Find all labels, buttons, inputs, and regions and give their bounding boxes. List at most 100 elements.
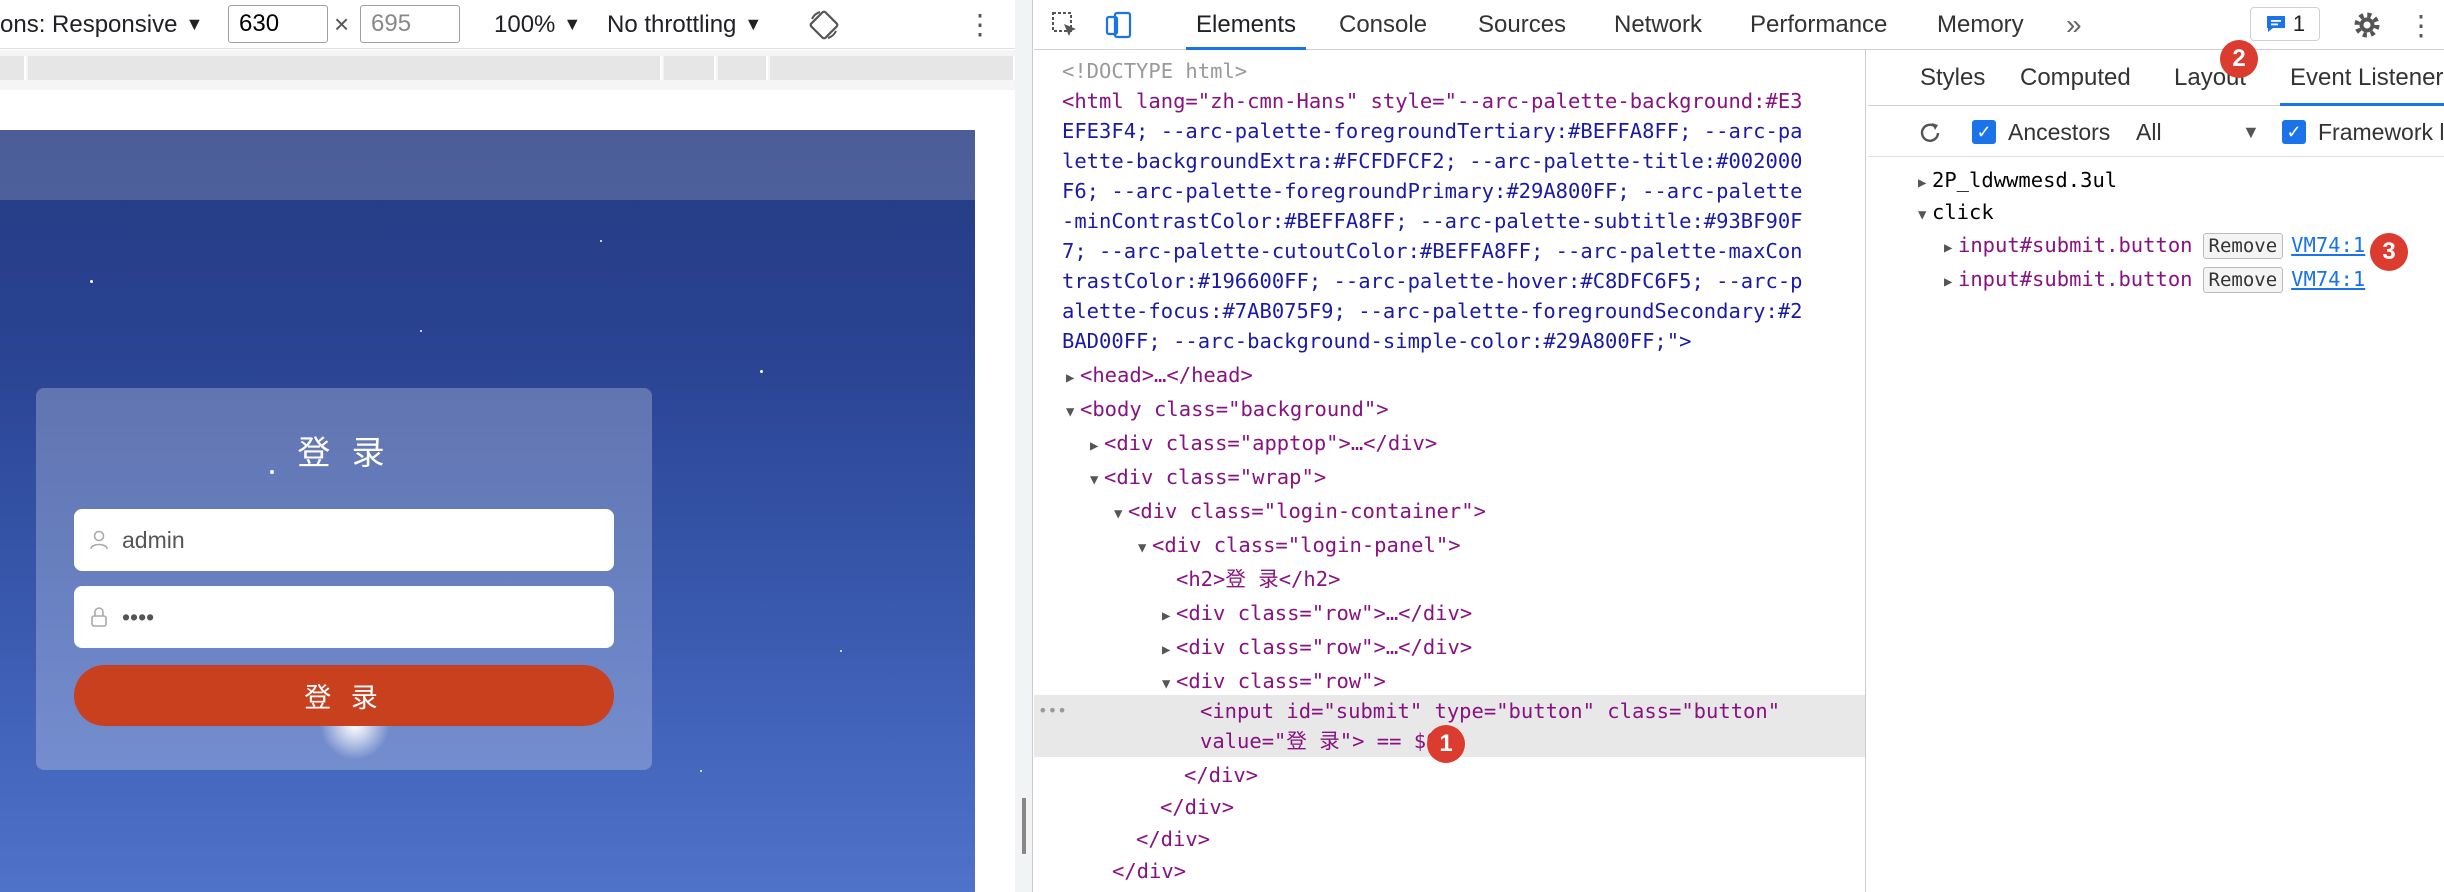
tab-sources[interactable]: Sources — [1478, 0, 1566, 50]
marker-2: 2 — [2220, 40, 2258, 78]
dom-line-login-panel[interactable]: ▼ <div class="login-panel"> — [1138, 530, 1461, 563]
filter-select[interactable]: All — [2136, 107, 2162, 157]
expand-triangle-icon[interactable]: ▶ — [1918, 168, 1932, 198]
listener-row[interactable]: ▶ input#submit.button Remove VM74:1 — [1944, 264, 2365, 297]
dom-line-doctype[interactable]: <!DOCTYPE html> — [1062, 56, 1247, 86]
zoom-dropdown[interactable]: 100% ▼ — [494, 0, 581, 49]
tab-network[interactable]: Network — [1614, 0, 1702, 50]
expand-triangle-icon[interactable]: ▶ — [1090, 431, 1104, 461]
refresh-icon[interactable] — [1916, 119, 1944, 147]
more-options-icon[interactable]: ⋮ — [2404, 8, 2438, 42]
expand-triangle-icon[interactable]: ▶ — [1066, 363, 1080, 393]
dom-line-html-style: 7; --arc-palette-cutoutColor:#BEFFA8FF; … — [1062, 239, 1803, 263]
password-field[interactable]: •••• — [74, 586, 614, 648]
expand-triangle-icon[interactable]: ▶ — [1944, 267, 1958, 297]
marker-1: 1 — [1427, 725, 1465, 763]
expand-triangle-icon[interactable]: ▶ — [1162, 601, 1176, 631]
chevron-down-icon[interactable]: ▼ — [2242, 107, 2260, 157]
device-toolbar: ons: Responsive ▼ 630 × 695 100% ▼ No th… — [0, 0, 1015, 49]
width-input[interactable]: 630 — [228, 5, 328, 43]
star — [700, 770, 702, 772]
framework-listeners-checkbox[interactable]: ✓ — [2282, 120, 2306, 144]
chevron-down-icon: ▼ — [185, 14, 204, 34]
gear-icon[interactable] — [2350, 8, 2384, 42]
styles-sidebar: Styles Computed Layout Event Listeners ✓… — [1868, 50, 2444, 892]
ancestors-checkbox[interactable]: ✓ — [1972, 120, 1996, 144]
dom-line-close[interactable]: </div> — [1136, 824, 1210, 854]
dom-line-input-selected[interactable]: <input id="submit" type="button" class="… — [1200, 696, 1780, 726]
dom-line-html-style: BAD00FF; --arc-background-simple-color:#… — [1062, 329, 1692, 353]
dom-line-close[interactable]: </div> — [1160, 792, 1234, 822]
ruler-segment[interactable] — [770, 56, 1015, 80]
throttling-dropdown[interactable]: No throttling ▼ — [607, 0, 762, 49]
remove-button[interactable]: Remove — [2202, 233, 2284, 259]
chevron-down-icon: ▼ — [563, 14, 582, 34]
source-link[interactable]: VM74:1 — [2291, 267, 2365, 291]
ruler-segment[interactable] — [664, 56, 716, 80]
event-group[interactable]: ▼ click — [1918, 197, 1994, 230]
dom-tree: <!DOCTYPE html> <html lang="zh-cmn-Hans"… — [1034, 50, 1866, 892]
username-field[interactable]: admin — [74, 509, 614, 571]
star — [420, 330, 422, 332]
dom-line-body[interactable]: ▼ <body class="background"> — [1066, 394, 1389, 427]
tab-console[interactable]: Console — [1339, 0, 1427, 50]
message-count: 1 — [2292, 11, 2306, 36]
dom-line-head[interactable]: ▶ <head>…</head> — [1066, 360, 1253, 393]
collapse-triangle-icon[interactable]: ▼ — [1918, 200, 1932, 230]
sidebar-tab-bar: Styles Computed Layout Event Listeners — [1868, 50, 2444, 106]
listener-row[interactable]: ▶ input#submit.button Remove VM74:1 — [1944, 230, 2365, 263]
event-group[interactable]: ▶ 2P_ldwwmesd.3ul — [1918, 165, 2117, 198]
dom-node-text: <div class="row">…</div> — [1176, 635, 1473, 659]
tab-performance[interactable]: Performance — [1750, 0, 1887, 50]
collapse-triangle-icon[interactable]: ▼ — [1090, 465, 1104, 495]
tab-memory[interactable]: Memory — [1937, 0, 2024, 50]
rotate-icon[interactable] — [808, 0, 840, 49]
more-tabs-icon[interactable]: » — [2066, 0, 2082, 50]
ruler-segment[interactable] — [0, 56, 26, 80]
collapse-triangle-icon[interactable]: ▼ — [1162, 669, 1176, 699]
height-input[interactable]: 695 — [360, 5, 460, 43]
collapse-triangle-icon[interactable]: ▼ — [1138, 533, 1152, 563]
chevron-down-icon: ▼ — [744, 14, 763, 34]
panel-divider[interactable] — [1015, 0, 1033, 892]
expand-triangle-icon[interactable]: ▶ — [1162, 635, 1176, 665]
dimensions-dropdown[interactable]: ons: Responsive ▼ — [0, 0, 203, 49]
issues-badge[interactable]: 1 — [2250, 7, 2320, 41]
dom-line-row[interactable]: ▶ <div class="row">…</div> — [1162, 632, 1472, 665]
dom-line-close[interactable]: </div> — [1184, 760, 1258, 790]
screenshot: ons: Responsive ▼ 630 × 695 100% ▼ No th… — [0, 0, 2444, 892]
dom-line-html[interactable]: <html lang="zh-cmn-Hans" style="--arc-pa… — [1062, 86, 1803, 116]
tab-elements[interactable]: Elements — [1185, 0, 1307, 50]
dom-line-html-style: F6; --arc-palette-foregroundPrimary:#29A… — [1062, 179, 1803, 203]
collapse-triangle-icon[interactable]: ▼ — [1066, 397, 1080, 427]
dom-line-html-style: trastColor:#196600FF; --arc-palette-hove… — [1062, 269, 1803, 293]
username-value: admin — [122, 526, 185, 553]
dom-node-text: <div class="row">…</div> — [1176, 601, 1473, 625]
dom-line-html-style: EFE3F4; --arc-palette-foregroundTertiary… — [1062, 119, 1803, 143]
star — [90, 280, 93, 283]
star — [600, 240, 602, 242]
expand-triangle-icon[interactable]: ▶ — [1944, 233, 1958, 263]
dom-line-close[interactable]: </div> — [1112, 856, 1186, 886]
tab-styles[interactable]: Styles — [1920, 50, 1985, 106]
remove-button[interactable]: Remove — [2202, 267, 2284, 293]
device-toolbar-icon[interactable] — [1102, 8, 1136, 42]
dom-line-row[interactable]: ▶ <div class="row">…</div> — [1162, 598, 1472, 631]
inspect-element-icon[interactable] — [1048, 8, 1082, 42]
source-link[interactable]: VM74:1 — [2291, 233, 2365, 257]
dom-line-wrap[interactable]: ▼ <div class="wrap"> — [1090, 462, 1326, 495]
collapse-triangle-icon[interactable]: ▼ — [1114, 499, 1128, 529]
tab-computed[interactable]: Computed — [2020, 50, 2131, 106]
login-button[interactable]: 登 录 — [74, 665, 614, 726]
node-actions-icon[interactable]: ••• — [1038, 696, 1067, 726]
dom-line-row[interactable]: ▼ <div class="row"> — [1162, 666, 1386, 699]
ruler-segment[interactable] — [28, 56, 662, 80]
tab-event-listeners[interactable]: Event Listeners — [2279, 50, 2444, 106]
dom-line-h2[interactable]: <h2>登 录</h2> — [1176, 564, 1340, 594]
resize-handle[interactable] — [1022, 798, 1026, 854]
ruler-segment[interactable] — [718, 56, 768, 80]
more-options-icon[interactable]: ⋮ — [966, 0, 994, 49]
dom-line-html-style: lette-backgroundExtra:#FCFDFCF2; --arc-p… — [1062, 149, 1803, 173]
dom-line-apptop[interactable]: ▶ <div class="apptop">…</div> — [1090, 428, 1437, 461]
dom-line-login-container[interactable]: ▼ <div class="login-container"> — [1114, 496, 1486, 529]
